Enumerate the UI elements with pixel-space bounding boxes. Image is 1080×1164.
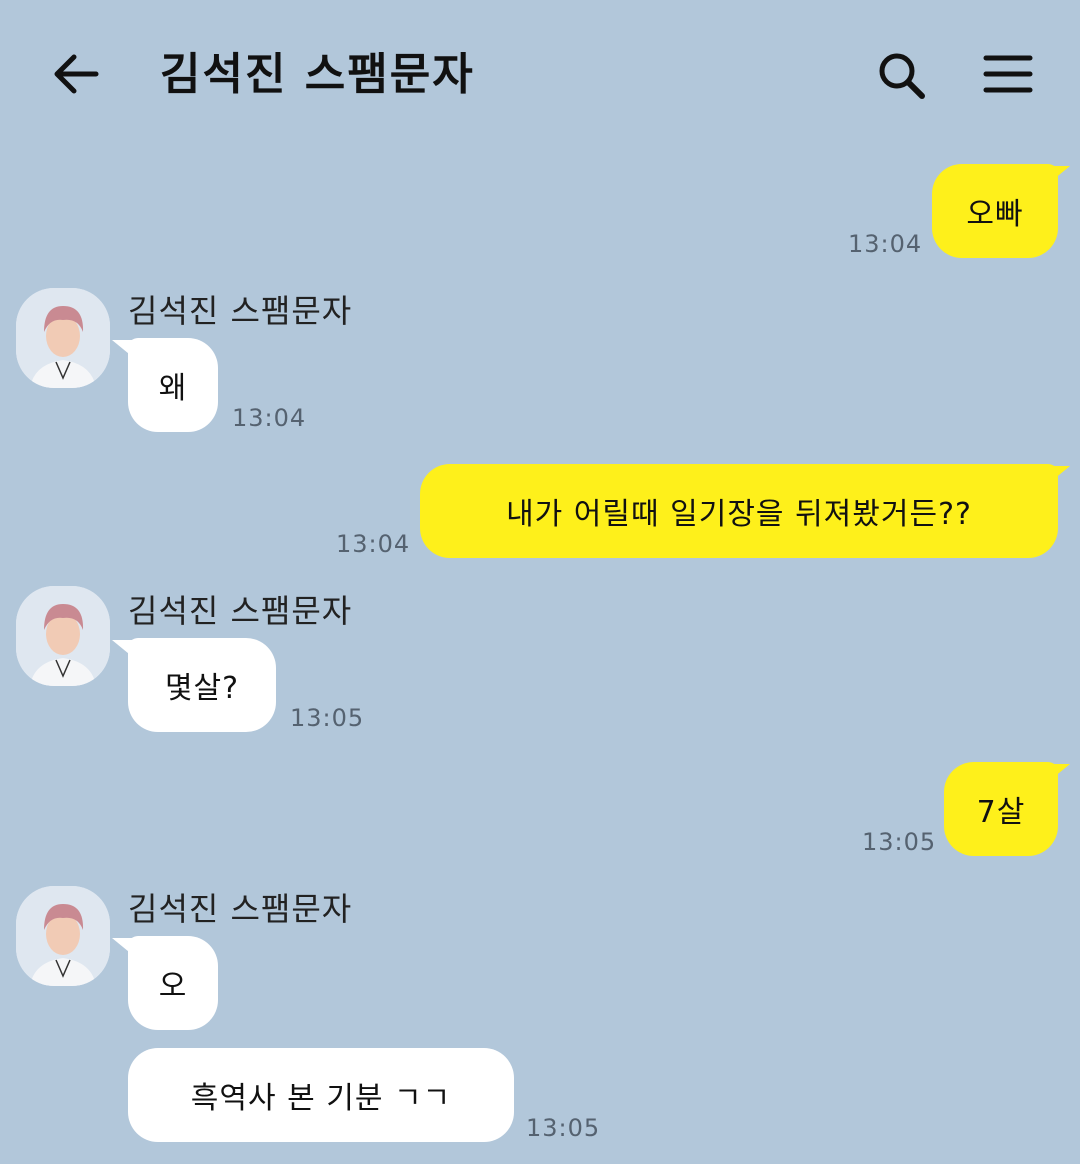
- avatar[interactable]: [16, 886, 110, 986]
- back-arrow-icon: [54, 54, 99, 94]
- profile-photo-icon: [16, 586, 110, 686]
- bubble-tail: [1048, 764, 1070, 782]
- other-message-bubble[interactable]: 오: [128, 936, 218, 1030]
- sender-name: 김석진 스팸문자: [128, 292, 353, 330]
- search-icon: [879, 53, 925, 99]
- message-time: 13:04: [336, 530, 411, 558]
- chat-title: 김석진 스팸문자: [160, 49, 475, 100]
- my-message-bubble[interactable]: 내가 어릴때 일기장을 뒤져봤거든??: [420, 464, 1058, 558]
- other-message-bubble[interactable]: 흑역사 본 기분 ㄱㄱ: [128, 1048, 514, 1142]
- profile-photo-icon: [16, 288, 110, 388]
- chat-header: 김석진 스팸문자: [0, 0, 1080, 148]
- avatar[interactable]: [16, 586, 110, 686]
- bubble-tail: [112, 938, 134, 956]
- my-message-bubble[interactable]: 7살: [944, 762, 1058, 856]
- bubble-tail: [112, 640, 134, 658]
- bubble-tail: [1048, 466, 1070, 484]
- menu-button[interactable]: [978, 46, 1038, 106]
- bubble-tail: [1048, 166, 1070, 184]
- sender-name: 김석진 스팸문자: [128, 890, 353, 928]
- message-time: 13:04: [232, 404, 307, 432]
- menu-icon: [983, 55, 1033, 93]
- message-time: 13:04: [848, 230, 923, 258]
- message-time: 13:05: [290, 704, 365, 732]
- message-time: 13:05: [526, 1114, 601, 1142]
- avatar[interactable]: [16, 288, 110, 388]
- search-button[interactable]: [872, 46, 932, 106]
- other-message-bubble[interactable]: 몇살?: [128, 638, 276, 732]
- profile-photo-icon: [16, 886, 110, 986]
- sender-name: 김석진 스팸문자: [128, 592, 353, 630]
- message-time: 13:05: [862, 828, 937, 856]
- back-button[interactable]: [48, 44, 108, 104]
- other-message-bubble[interactable]: 왜: [128, 338, 218, 432]
- bubble-tail: [112, 340, 134, 358]
- my-message-bubble[interactable]: 오빠: [932, 164, 1058, 258]
